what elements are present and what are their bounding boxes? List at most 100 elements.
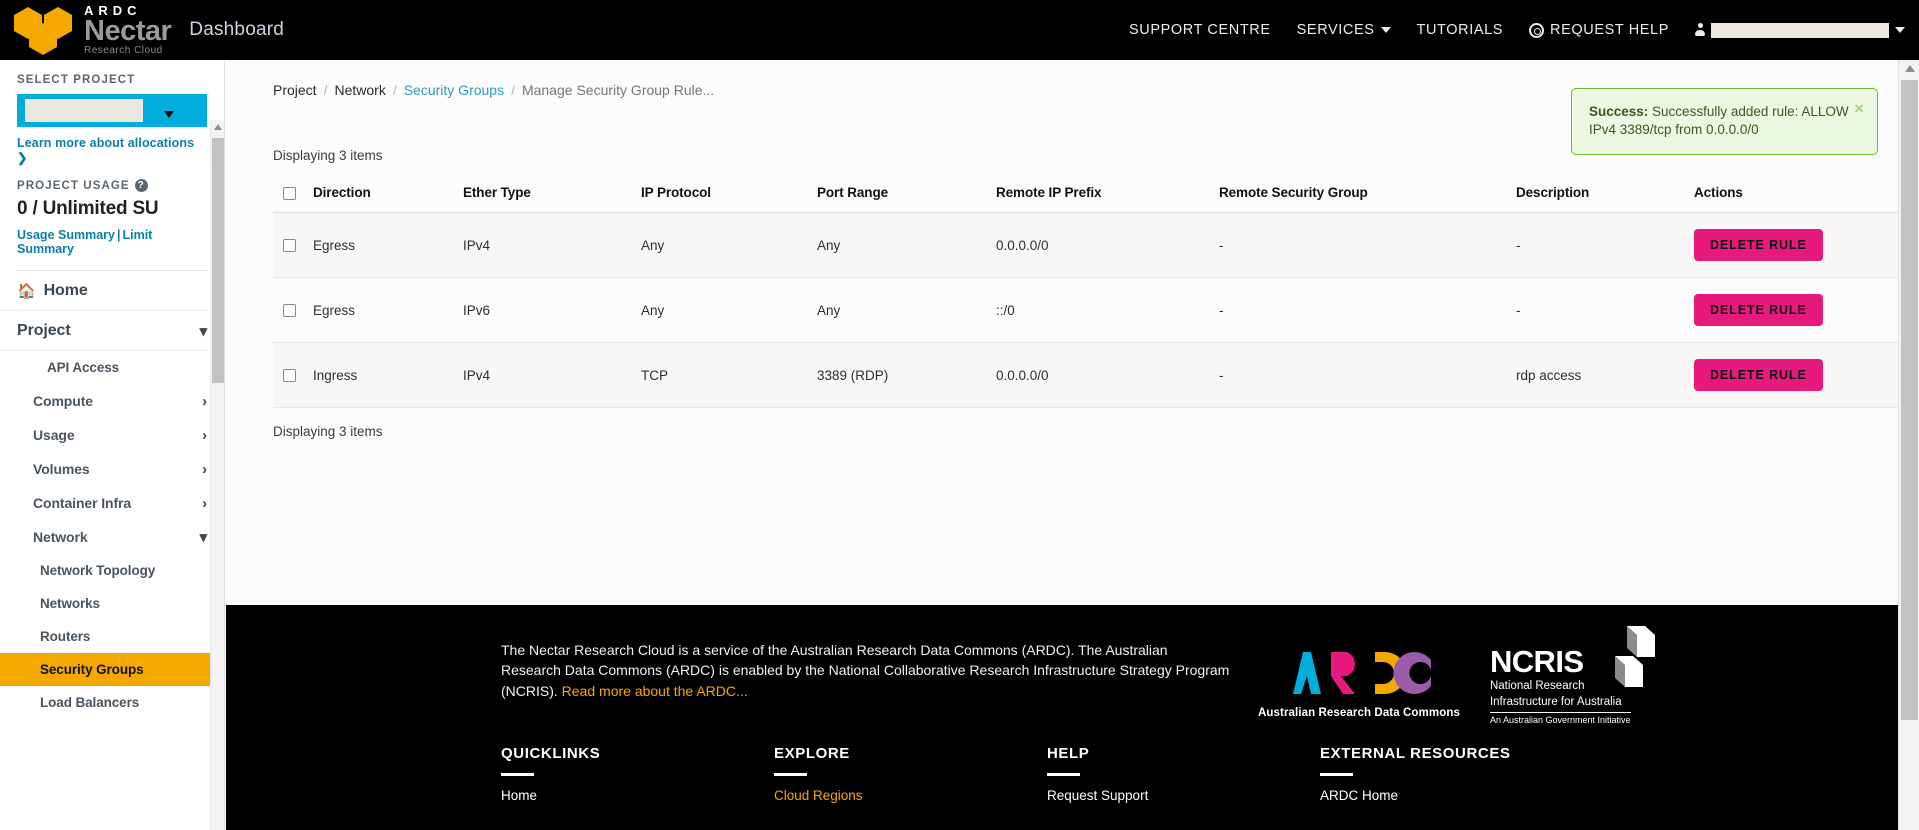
cell-description: - (1516, 212, 1694, 278)
ardc-letters-icon (1279, 646, 1439, 698)
delete-rule-button[interactable]: DELETE RULE (1694, 294, 1823, 326)
user-icon (1695, 23, 1705, 37)
items-count-bottom: Displaying 3 items (273, 424, 383, 439)
chevron-down-icon: ▾ (199, 322, 208, 340)
top-navigation: SUPPORT CENTRE SERVICES TUTORIALS REQUES… (1129, 22, 1919, 38)
usage-summary-link[interactable]: Usage Summary (17, 228, 115, 242)
table-row: Ingress IPv4 TCP 3389 (RDP) 0.0.0.0/0 - … (273, 342, 1898, 408)
cell-port-range: 3389 (RDP) (817, 342, 996, 408)
cell-actions: DELETE RULE (1694, 212, 1898, 278)
sidebar-scrollbar[interactable] (210, 120, 224, 830)
nav-tutorials[interactable]: TUTORIALS (1417, 22, 1504, 38)
footer-column-title: EXTERNAL RESOURCES (1320, 745, 1511, 763)
footer-column-title: EXPLORE (774, 745, 850, 763)
header-port-range: Port Range (817, 177, 996, 213)
cell-remote-security-group: - (1219, 212, 1516, 278)
table-row: Egress IPv4 Any Any 0.0.0.0/0 - - DELETE… (273, 212, 1898, 278)
cell-direction: Ingress (313, 342, 463, 408)
chevron-right-icon: › (202, 494, 207, 512)
sidebar-item-routers-label: Routers (40, 629, 91, 644)
ncris-subtitle-line2: Infrastructure for Australia (1489, 696, 1622, 709)
project-select-dropdown[interactable] (17, 94, 207, 127)
sidebar: SELECT PROJECT Learn more about allocati… (0, 60, 225, 830)
close-icon[interactable]: × (1854, 100, 1864, 117)
ncris-cubes-icon (1605, 624, 1667, 695)
sidebar-item-compute[interactable]: Compute › (0, 384, 224, 418)
footer-link-columns: QUICKLINKS Home EXPLORE Cloud Regions HE… (226, 725, 1898, 810)
sidebar-item-routers[interactable]: Routers (0, 620, 224, 653)
brand-nectar-text: Nectar (84, 14, 172, 47)
cell-remote-ip-prefix: 0.0.0.0/0 (996, 212, 1219, 278)
cell-remote-ip-prefix: 0.0.0.0/0 (996, 342, 1219, 408)
sidebar-item-network[interactable]: Network ▾ (0, 520, 224, 554)
brand-logo[interactable]: ARDC Nectar Research Cloud (0, 4, 172, 57)
sidebar-item-usage[interactable]: Usage › (0, 418, 224, 452)
delete-rule-button[interactable]: DELETE RULE (1694, 359, 1823, 391)
chevron-down-icon (1380, 27, 1391, 33)
footer-column-rule (774, 773, 807, 777)
sidebar-item-load-balancers-label: Load Balancers (40, 695, 140, 710)
chevron-down-icon (1895, 27, 1905, 33)
ncris-tagline: An Australian Government Initiative (1489, 712, 1631, 725)
footer-column-rule (501, 773, 534, 777)
header-actions: Actions (1694, 177, 1898, 213)
breadcrumb-security-groups[interactable]: Security Groups (404, 82, 504, 98)
usage-links: Usage Summary | Limit Summary (17, 228, 207, 256)
header-ether-type: Ether Type (463, 177, 641, 213)
footer-link[interactable]: Request Support (1047, 788, 1320, 803)
help-question-icon[interactable]: ? (134, 179, 148, 192)
project-select-value (25, 99, 143, 122)
nav-support-centre[interactable]: SUPPORT CENTRE (1129, 22, 1271, 38)
cell-direction: Egress (313, 212, 463, 278)
ncris-logo: NCRIS National Research Infrastructure f… (1489, 626, 1655, 725)
breadcrumb-project[interactable]: Project (273, 82, 317, 98)
footer-link[interactable]: Cloud Regions (774, 788, 1047, 803)
learn-more-allocations-link[interactable]: Learn more about allocations ❯ (17, 136, 207, 165)
cell-ether-type: IPv6 (463, 277, 641, 343)
sidebar-item-security-groups[interactable]: Security Groups (0, 653, 224, 686)
sidebar-item-container-infra-label: Container Infra (33, 495, 132, 511)
delete-rule-button[interactable]: DELETE RULE (1694, 229, 1823, 261)
row-checkbox[interactable] (283, 304, 296, 318)
sidebar-item-api-access-label: API Access (47, 360, 120, 375)
page-scrollbar[interactable] (1898, 60, 1919, 830)
footer-column-quicklinks: QUICKLINKS Home (501, 745, 774, 810)
sidebar-item-volumes[interactable]: Volumes › (0, 452, 224, 486)
nav-services[interactable]: SERVICES (1297, 22, 1391, 38)
cell-actions: DELETE RULE (1694, 342, 1898, 408)
footer-read-more-link[interactable]: Read more about the ARDC... (562, 683, 748, 699)
scroll-up-arrow-icon[interactable] (1905, 65, 1915, 72)
page-scrollbar-thumb[interactable] (1901, 80, 1918, 720)
sidebar-item-security-groups-label: Security Groups (40, 662, 144, 677)
sidebar-item-network-topology[interactable]: Network Topology (0, 554, 224, 587)
breadcrumb-network[interactable]: Network (334, 82, 385, 98)
sidebar-item-home[interactable]: 🏠 Home (0, 271, 224, 311)
user-menu[interactable] (1695, 22, 1905, 38)
project-usage-value: 0 / Unlimited SU (17, 198, 159, 219)
sidebar-item-api-access[interactable]: API Access (0, 351, 224, 384)
sidebar-scrollbar-thumb[interactable] (212, 138, 224, 383)
cell-direction: Egress (313, 277, 463, 343)
nav-support-centre-label: SUPPORT CENTRE (1129, 22, 1271, 38)
sidebar-item-container-infra[interactable]: Container Infra › (0, 486, 224, 520)
row-checkbox[interactable] (283, 239, 296, 253)
cell-remote-security-group: - (1219, 277, 1516, 343)
footer-column-rule (1320, 773, 1353, 777)
row-select-cell (273, 277, 313, 343)
sidebar-item-project[interactable]: Project ▾ (0, 311, 224, 351)
nav-request-help[interactable]: REQUEST HELP (1529, 22, 1669, 38)
sidebar-item-load-balancers[interactable]: Load Balancers (0, 686, 224, 719)
scroll-up-arrow-icon[interactable] (214, 124, 222, 130)
header-description: Description (1516, 177, 1694, 213)
cell-ip-protocol: Any (641, 277, 817, 343)
footer-link[interactable]: ARDC Home (1320, 788, 1593, 803)
footer-column-explore: EXPLORE Cloud Regions (774, 745, 1047, 810)
sidebar-item-networks[interactable]: Networks (0, 587, 224, 620)
header-direction: Direction (313, 177, 463, 213)
row-checkbox[interactable] (283, 369, 296, 383)
cell-ether-type: IPv4 (463, 212, 641, 278)
select-project-label: SELECT PROJECT (17, 74, 136, 86)
select-all-checkbox[interactable] (283, 186, 296, 200)
footer-link[interactable]: Home (501, 788, 774, 803)
footer-column-external-resources: EXTERNAL RESOURCES ARDC Home (1320, 745, 1593, 810)
